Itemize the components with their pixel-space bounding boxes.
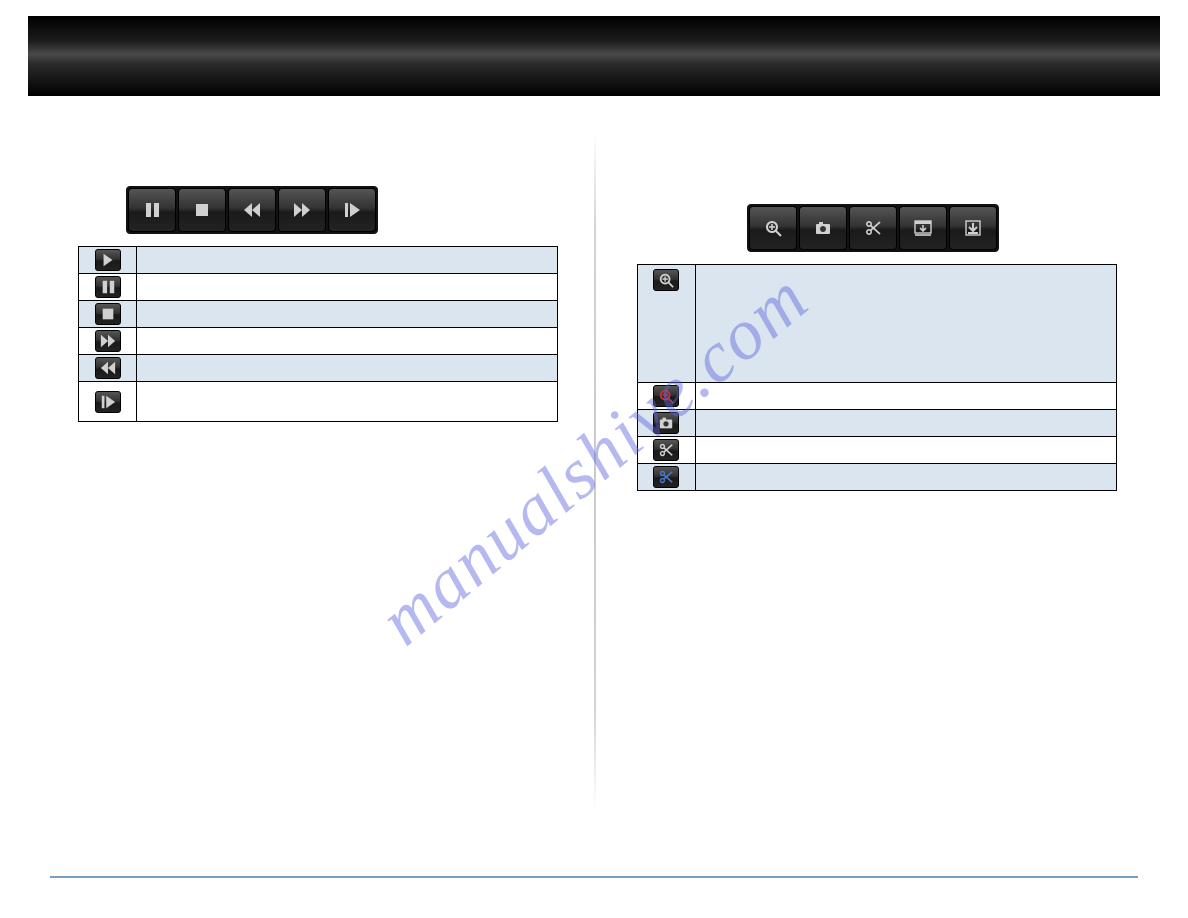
table-row	[637, 464, 1116, 491]
play-icon	[95, 249, 121, 271]
play-desc	[137, 247, 558, 274]
zoom-red-desc	[695, 383, 1116, 410]
zoom-in-icon	[653, 269, 679, 291]
zoom-in-red-icon	[653, 385, 679, 407]
rewind-desc	[137, 355, 558, 382]
playback-table	[78, 246, 558, 422]
pause-desc	[137, 274, 558, 301]
table-row	[637, 410, 1116, 437]
ffwd-desc	[137, 328, 558, 355]
table-row	[79, 355, 558, 382]
stop-button[interactable]	[178, 188, 226, 232]
table-row	[637, 383, 1116, 410]
table-row	[79, 274, 558, 301]
scissors-blue-desc	[695, 464, 1116, 491]
scissors-icon	[653, 439, 679, 461]
rewind-button[interactable]	[228, 188, 276, 232]
scissors-blue-icon	[653, 466, 679, 488]
tools-toolbar	[747, 204, 999, 252]
table-row	[637, 265, 1116, 383]
footer-rule	[50, 876, 1138, 878]
page-divider	[594, 130, 596, 810]
fastforward-button[interactable]	[278, 188, 326, 232]
stop-icon	[95, 303, 121, 325]
stop-desc	[137, 301, 558, 328]
table-row	[637, 437, 1116, 464]
rewind-icon	[95, 357, 121, 379]
playback-toolbar	[126, 186, 378, 234]
pause-icon	[95, 276, 121, 298]
pause-button[interactable]	[128, 188, 176, 232]
zoom-button[interactable]	[749, 206, 797, 250]
clip-button[interactable]	[849, 206, 897, 250]
snapshot-button[interactable]	[799, 206, 847, 250]
tools-table	[637, 264, 1117, 491]
table-row	[79, 382, 558, 422]
header-band	[28, 16, 1160, 96]
camera-desc	[695, 410, 1116, 437]
table-row	[79, 301, 558, 328]
scissors-desc	[695, 437, 1116, 464]
table-row	[79, 247, 558, 274]
step-icon	[95, 391, 121, 413]
step-button[interactable]	[328, 188, 376, 232]
zoom-desc	[695, 265, 1116, 383]
camera-icon	[653, 412, 679, 434]
download-button[interactable]	[949, 206, 997, 250]
step-desc	[137, 382, 558, 422]
fastforward-icon	[95, 330, 121, 352]
video-download-button[interactable]	[899, 206, 947, 250]
table-row	[79, 328, 558, 355]
